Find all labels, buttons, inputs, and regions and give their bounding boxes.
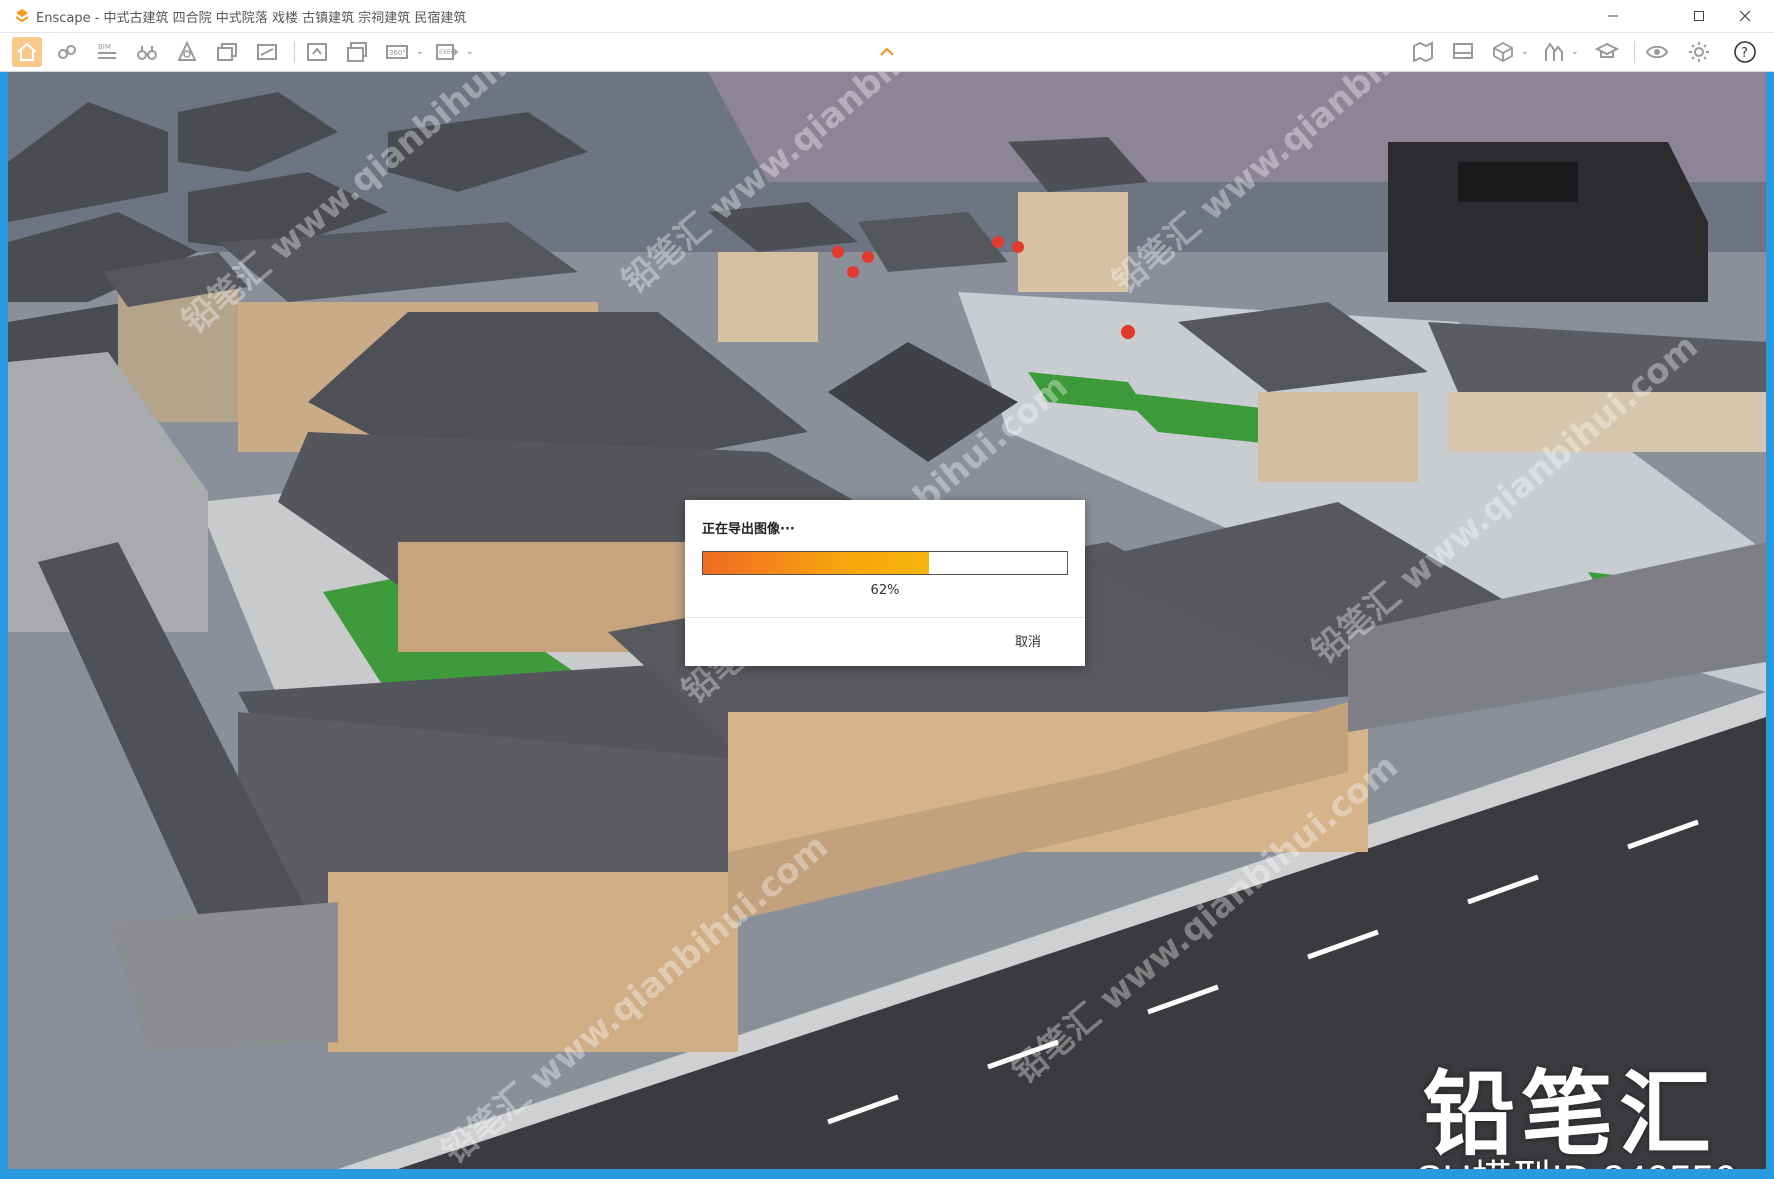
bim-button[interactable]: BIM	[92, 37, 122, 67]
asset-library-button[interactable]	[172, 37, 202, 67]
panorama-button[interactable]: 360°	[382, 37, 412, 67]
maximize-button[interactable]	[1676, 0, 1722, 32]
enscape-window: Enscape - 中式古建筑 四合院 中式院落 戏楼 古镇建筑 宗祠建筑 民宿…	[0, 0, 1774, 1179]
screenshot-icon	[307, 43, 327, 61]
panorama-dropdown-caret[interactable]: ⌄	[416, 47, 424, 57]
visibility-button[interactable]	[1642, 37, 1672, 67]
help-icon: ?	[1734, 41, 1756, 63]
title-bar: Enscape - 中式古建筑 四合院 中式院落 戏楼 古镇建筑 宗祠建筑 民宿…	[0, 0, 1774, 33]
hat-button[interactable]	[1592, 37, 1622, 67]
gear-icon	[1689, 42, 1709, 62]
progress-percent-label: 62%	[870, 583, 900, 598]
toolbar-separator	[294, 41, 295, 63]
close-icon	[1739, 10, 1751, 22]
svg-text:?: ?	[1741, 46, 1748, 61]
settings-panel-button[interactable]	[252, 37, 282, 67]
dialog-title: 正在导出图像···	[702, 522, 795, 537]
map-button[interactable]	[1408, 37, 1438, 67]
people-icon	[1545, 42, 1563, 61]
link-icon	[58, 45, 76, 59]
cube-dropdown-caret[interactable]: ⌄	[1521, 47, 1529, 57]
enscape-logo-icon	[15, 9, 29, 23]
batch-render-icon	[347, 42, 367, 62]
svg-text:EXE: EXE	[439, 49, 451, 56]
progress-bar	[702, 551, 1068, 575]
cube-icon	[1493, 41, 1513, 63]
cube-button[interactable]	[1488, 37, 1518, 67]
map-icon	[1413, 41, 1433, 63]
minimize-button[interactable]	[1590, 0, 1636, 32]
export-dropdown-caret[interactable]: ⌄	[466, 47, 474, 57]
panorama-360-icon: 360°	[386, 45, 408, 59]
maximize-icon	[1694, 11, 1704, 21]
home-button[interactable]	[12, 37, 42, 67]
batch-render-button[interactable]	[342, 37, 372, 67]
views-button[interactable]	[1448, 37, 1478, 67]
people-button[interactable]	[1538, 37, 1568, 67]
material-editor-button[interactable]	[212, 37, 242, 67]
svg-text:360°: 360°	[389, 49, 406, 57]
people-dropdown-caret[interactable]: ⌄	[1571, 47, 1579, 57]
screenshot-button[interactable]	[302, 37, 332, 67]
link-button[interactable]	[52, 37, 82, 67]
close-button[interactable]	[1722, 0, 1768, 32]
collapse-toolbar-arrow-icon[interactable]	[878, 46, 896, 58]
settings-icon	[257, 44, 277, 60]
bim-icon: BIM	[98, 43, 116, 59]
hat-icon	[1595, 42, 1619, 58]
main-toolbar: BIM 360° ⌄ EXE ⌄ ⌄ ⌄ ?	[0, 33, 1774, 72]
cancel-button[interactable]: 取消	[1015, 631, 1041, 650]
toolbar-separator-right	[1634, 41, 1635, 63]
binoculars-button[interactable]	[132, 37, 162, 67]
help-button[interactable]: ?	[1730, 37, 1760, 67]
window-title: Enscape - 中式古建筑 四合院 中式院落 戏楼 古镇建筑 宗祠建筑 民宿…	[36, 11, 467, 26]
progress-bar-fill	[703, 552, 929, 574]
home-icon	[17, 42, 37, 61]
settings-button[interactable]	[1684, 37, 1714, 67]
asset-library-icon	[177, 40, 197, 61]
eye-icon	[1645, 45, 1669, 59]
binoculars-icon	[137, 46, 157, 60]
watermark-model-id: SU模型ID:349556	[1416, 1147, 1736, 1169]
svg-text:BIM: BIM	[98, 43, 111, 51]
export-exe-icon: EXE	[436, 44, 459, 60]
minimize-icon	[1608, 15, 1618, 17]
dialog-divider	[685, 617, 1085, 618]
export-exe-button[interactable]: EXE	[432, 37, 462, 67]
material-editor-icon	[217, 43, 237, 61]
views-icon	[1453, 43, 1473, 59]
export-progress-dialog: 正在导出图像··· 62% 取消	[685, 500, 1085, 666]
